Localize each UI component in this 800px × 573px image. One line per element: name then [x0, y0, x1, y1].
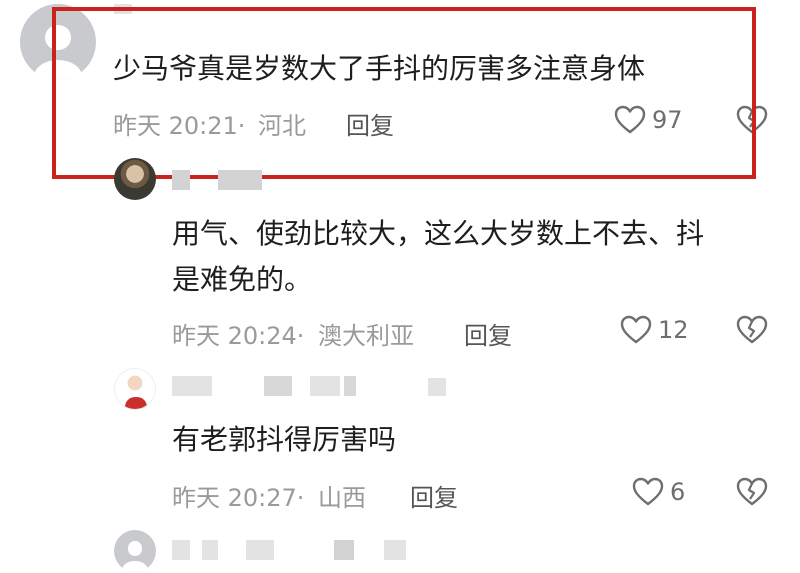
reply-button[interactable]: 回复	[410, 478, 458, 513]
like-button[interactable]: 12	[620, 315, 689, 345]
comment-time: 昨天 20:24·	[172, 322, 305, 350]
username-redacted[interactable]	[218, 170, 262, 190]
heart-icon	[620, 315, 652, 344]
reply-button[interactable]: 回复	[464, 316, 512, 351]
broken-heart-icon[interactable]	[736, 315, 768, 345]
username-redacted[interactable]	[310, 376, 340, 396]
avatar[interactable]	[114, 368, 156, 410]
like-count: 12	[658, 316, 689, 344]
comment-text: 用气、使劲比较大，这么大岁数上不去、抖	[172, 217, 705, 250]
comment-text: 有老郭抖得厉害吗	[172, 423, 397, 456]
username-redacted[interactable]	[202, 540, 218, 560]
like-count: 6	[670, 478, 686, 506]
highlight-box	[52, 7, 756, 179]
username-redacted[interactable]	[344, 376, 356, 396]
comment-location: 澳大利亚	[318, 322, 414, 350]
like-button[interactable]: 6	[632, 477, 685, 507]
username-redacted[interactable]	[334, 540, 354, 560]
username-redacted[interactable]	[264, 376, 292, 396]
username-redacted[interactable]	[172, 170, 190, 190]
broken-heart-icon[interactable]	[736, 477, 768, 507]
avatar[interactable]	[114, 158, 156, 200]
username-redacted[interactable]	[172, 540, 190, 560]
comment-location: 山西	[318, 484, 366, 512]
heart-icon	[632, 477, 664, 506]
comment-time: 昨天 20:27·	[172, 484, 305, 512]
username-redacted[interactable]	[428, 378, 446, 396]
avatar[interactable]	[114, 530, 156, 572]
comment-text-continued: 是难免的。	[172, 263, 313, 296]
username-redacted[interactable]	[384, 540, 406, 560]
username-redacted[interactable]	[246, 540, 274, 560]
username-redacted[interactable]	[172, 376, 212, 396]
